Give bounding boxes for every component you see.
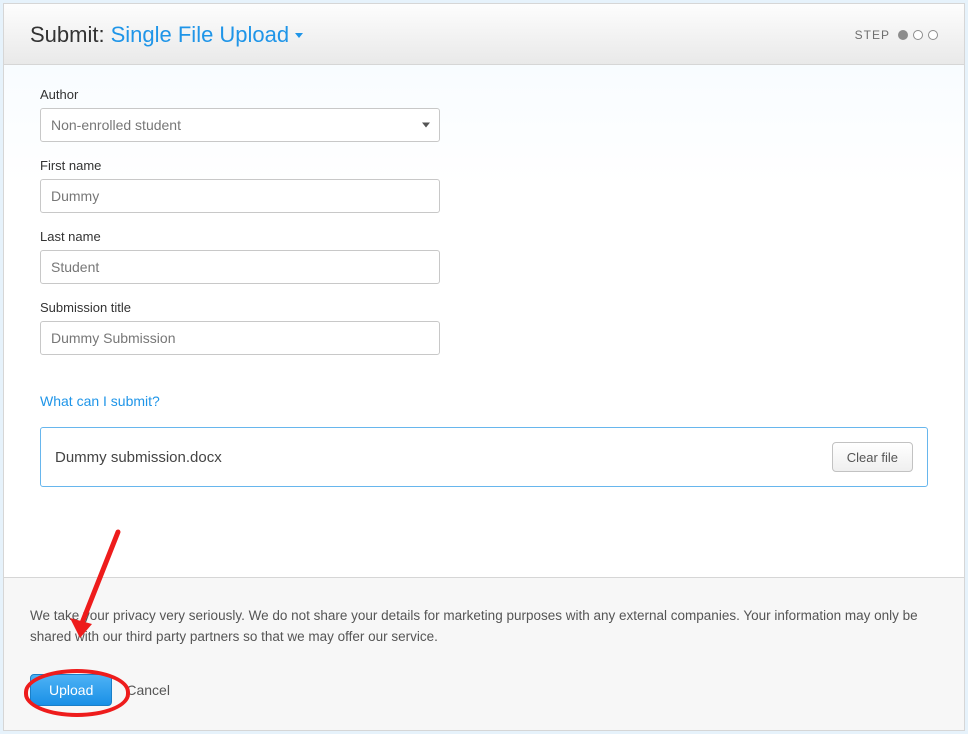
last-name-label: Last name: [40, 229, 440, 244]
mode-label: Single File Upload: [111, 22, 290, 48]
first-name-input[interactable]: [40, 179, 440, 213]
submission-title-label: Submission title: [40, 300, 440, 315]
last-name-input[interactable]: [40, 250, 440, 284]
panel-body: Author Non-enrolled student First name L…: [4, 65, 964, 577]
caret-down-icon: [295, 33, 303, 38]
first-name-group: First name: [40, 158, 440, 213]
title-prefix: Submit:: [30, 22, 105, 48]
step-dot-3: [928, 30, 938, 40]
cancel-button[interactable]: Cancel: [126, 682, 170, 698]
help-link[interactable]: What can I submit?: [40, 393, 160, 409]
upload-button[interactable]: Upload: [30, 674, 112, 706]
selected-file-box: Dummy submission.docx Clear file: [40, 427, 928, 487]
first-name-label: First name: [40, 158, 440, 173]
author-select[interactable]: Non-enrolled student: [40, 108, 440, 142]
header-title: Submit: Single File Upload: [30, 22, 303, 48]
panel-header: Submit: Single File Upload STEP: [4, 4, 964, 65]
author-group: Author Non-enrolled student: [40, 87, 440, 142]
step-indicator: STEP: [855, 28, 938, 42]
panel-footer: We take your privacy very seriously. We …: [4, 577, 964, 730]
author-label: Author: [40, 87, 440, 102]
submission-title-group: Submission title: [40, 300, 440, 355]
privacy-text: We take your privacy very seriously. We …: [30, 606, 938, 648]
submission-title-input[interactable]: [40, 321, 440, 355]
submission-panel: Submit: Single File Upload STEP Author N…: [3, 3, 965, 731]
step-dot-1: [898, 30, 908, 40]
step-dot-2: [913, 30, 923, 40]
last-name-group: Last name: [40, 229, 440, 284]
mode-dropdown[interactable]: Single File Upload: [111, 22, 304, 48]
step-dots: [898, 30, 938, 40]
footer-actions: Upload Cancel: [30, 674, 938, 706]
selected-filename: Dummy submission.docx: [55, 449, 222, 466]
clear-file-button[interactable]: Clear file: [832, 442, 913, 472]
step-label: STEP: [855, 28, 890, 42]
